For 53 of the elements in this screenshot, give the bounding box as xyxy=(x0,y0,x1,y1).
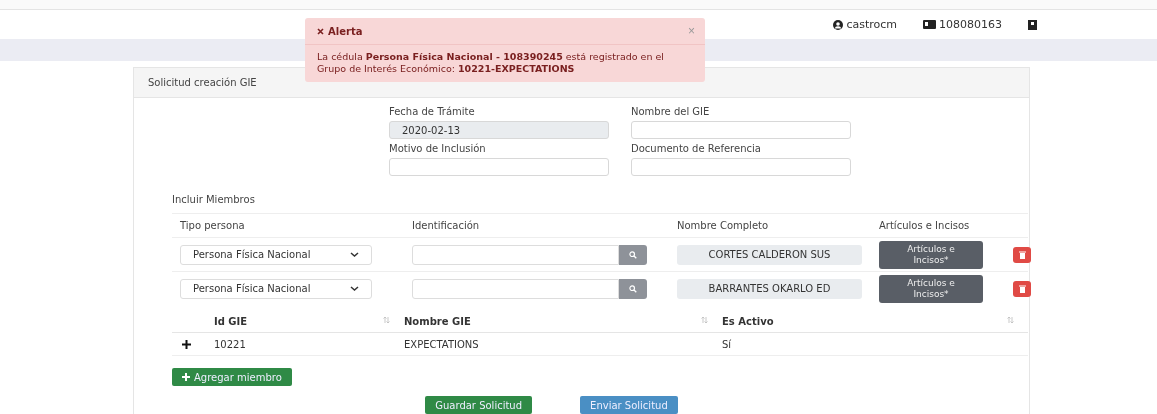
plus-icon[interactable] xyxy=(182,339,191,349)
column-header: Id GIE xyxy=(214,316,248,327)
input-field[interactable] xyxy=(631,158,851,176)
person-type-select[interactable]: Persona Física Nacional xyxy=(180,244,372,265)
chevron-down-icon xyxy=(350,286,359,291)
person-type-select[interactable]: Persona Física Nacional xyxy=(180,278,372,299)
sort-icon[interactable] xyxy=(383,316,390,324)
input-field[interactable] xyxy=(631,121,851,139)
articles-button[interactable]: Artículos e Incisos* xyxy=(879,274,983,303)
trash-icon xyxy=(1018,284,1026,293)
input-field[interactable] xyxy=(412,244,619,265)
chevron-down-icon xyxy=(350,252,359,257)
alert-title: Alerta xyxy=(328,25,363,37)
delete-button[interactable] xyxy=(1013,246,1031,263)
table-cell-text: Sí xyxy=(722,338,733,350)
column-header: Es Activo xyxy=(722,316,774,327)
field-label: Fecha de Trámite xyxy=(389,106,476,117)
close-x-icon xyxy=(317,27,324,35)
column-header: Nombre Completo xyxy=(677,220,770,231)
column-header: Artículos e Incisos xyxy=(879,220,971,231)
bookmark-icon[interactable] xyxy=(1028,19,1037,30)
field-label: Nombre del GIE xyxy=(631,106,711,117)
search-button[interactable] xyxy=(619,244,647,265)
search-icon xyxy=(629,250,637,259)
field-label: Documento de Referencia xyxy=(631,143,762,154)
column-header: Tipo persona xyxy=(180,220,246,231)
input-field[interactable] xyxy=(389,158,609,176)
field-label: Motivo de Inclusión xyxy=(389,143,487,154)
articles-button[interactable]: Artículos e Incisos* xyxy=(879,240,983,269)
full-name-field: CORTES CALDERON SUS xyxy=(677,244,862,265)
search-button[interactable] xyxy=(619,278,647,299)
user-name: castrocm xyxy=(833,18,897,32)
alert-message: La cédula Persona Física Nacional - 108390245 está registrado en el Grupo de Interés Económico: 10221-EXPECTATIONS xyxy=(316,50,665,77)
plus-icon xyxy=(182,373,190,381)
trash-icon xyxy=(1018,250,1026,259)
column-header: Nombre GIE xyxy=(404,316,471,327)
input-field[interactable] xyxy=(412,278,619,299)
search-icon xyxy=(629,284,637,293)
table-cell-text: EXPECTATIONS xyxy=(404,338,480,350)
save-button[interactable]: Guardar Solicitud xyxy=(425,396,533,414)
id-number: 108080163 xyxy=(923,18,1002,32)
add-member-button[interactable]: Agregar miembro xyxy=(172,368,292,386)
card-title: Solicitud creación GIE xyxy=(148,77,257,88)
sort-icon[interactable] xyxy=(701,316,708,324)
table-cell-text: 10221 xyxy=(214,338,247,350)
user-icon xyxy=(833,19,844,30)
section-title: Incluir Miembros xyxy=(172,194,256,205)
sort-icon[interactable] xyxy=(1007,316,1014,324)
send-button[interactable]: Enviar Solicitud xyxy=(580,396,678,414)
full-name-field: BARRANTES OKARLO ED xyxy=(677,278,862,299)
delete-button[interactable] xyxy=(1013,280,1031,297)
column-header: Identificación xyxy=(412,220,481,231)
id-card-icon xyxy=(923,20,936,30)
